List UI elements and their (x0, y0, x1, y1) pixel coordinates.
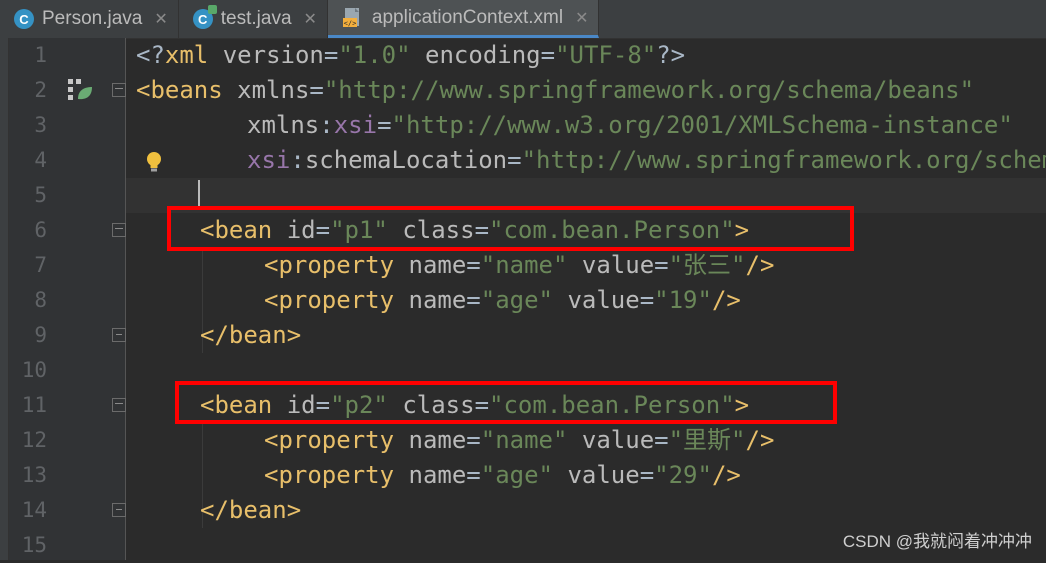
code-line-3: xmlns:xsi="http://www.w3.org/2001/XMLSch… (247, 111, 1013, 139)
tab-application-context-xml[interactable]: </> applicationContext.xml ✕ (327, 0, 600, 38)
gutter-line: 3 (9, 108, 125, 143)
gutter-line: 15 (9, 528, 125, 563)
line-number: 2 (34, 78, 47, 102)
code-line-9: </bean> (200, 321, 302, 349)
code-line-1: <?xml version="1.0" encoding="UTF-8"?> (136, 41, 686, 69)
gutter-line: 1 (9, 38, 125, 73)
line-number: 7 (34, 253, 47, 277)
java-runnable-class-icon: C (192, 5, 217, 29)
line-number: 5 (34, 183, 47, 207)
java-class-icon: C (14, 9, 34, 29)
gutter-line: 5 (9, 178, 125, 213)
line-number: 11 (21, 393, 47, 417)
line-number: 14 (21, 498, 47, 522)
tab-label: test.java (220, 8, 292, 29)
code-line-4: xsi:schemaLocation="http://www.springfra… (247, 146, 1046, 174)
tab-label: Person.java (42, 8, 143, 29)
gutter-line: 6 (9, 213, 126, 248)
highlight-box-bean-p1 (167, 206, 854, 251)
gutter-line: 13 (9, 458, 125, 493)
gutter-line: 9 (9, 318, 126, 353)
gutter-line: 7 (9, 248, 125, 283)
gutter-line: 4 (9, 143, 125, 178)
fold-toggle-icon[interactable] (112, 398, 126, 412)
highlight-box-bean-p2 (175, 381, 837, 424)
spring-bean-icon[interactable] (66, 75, 94, 103)
close-icon[interactable]: ✕ (575, 8, 588, 28)
editor-tab-bar: C Person.java ✕ C test.java ✕ </> applic… (0, 0, 1046, 39)
tab-test-java[interactable]: C test.java ✕ (179, 0, 328, 38)
line-number: 6 (34, 218, 47, 242)
line-number: 12 (21, 428, 47, 452)
code-line-14: </bean> (200, 496, 302, 524)
fold-end-icon[interactable] (112, 503, 126, 517)
code-line-8: <property name="age" value="19"/> (264, 286, 741, 314)
line-number: 8 (34, 288, 47, 312)
line-number: 1 (34, 43, 47, 67)
line-number: 13 (21, 463, 47, 487)
gutter-line: 10 (9, 353, 125, 388)
code-line-12: <property name="name" value="里斯"/> (264, 426, 775, 454)
tab-person-java[interactable]: C Person.java ✕ (0, 0, 179, 38)
watermark-text: CSDN @我就闷着冲冲冲 (842, 532, 1032, 551)
project-panel-edge[interactable] (0, 38, 9, 560)
tab-label: applicationContext.xml (371, 6, 564, 28)
code-line-13: <property name="age" value="29"/> (264, 461, 741, 489)
gutter-line: 8 (9, 283, 125, 318)
code-line-2: <beans xmlns="http://www.springframework… (136, 76, 975, 104)
fold-toggle-icon[interactable] (112, 223, 126, 237)
code-line-7: <property name="name" value="张三"/> (264, 251, 775, 279)
line-number: 10 (21, 358, 47, 382)
fold-end-icon[interactable] (112, 328, 126, 342)
xml-file-icon: </> (342, 7, 359, 27)
line-number: 3 (34, 113, 47, 137)
gutter-line: 12 (9, 423, 125, 458)
code-editor[interactable]: <?xml version="1.0" encoding="UTF-8"?> <… (126, 38, 1046, 560)
svg-text:</>: </> (344, 19, 357, 27)
close-icon[interactable]: ✕ (154, 9, 167, 29)
gutter-line: 11 (9, 388, 126, 423)
close-icon[interactable]: ✕ (304, 9, 317, 29)
line-number: 9 (34, 323, 47, 347)
line-number: 15 (21, 533, 47, 557)
fold-toggle-icon[interactable] (112, 83, 126, 97)
gutter-line: 14 (9, 493, 126, 528)
line-number: 4 (34, 148, 47, 172)
editor-gutter: 1 2 3 4 5 6 7 8 9 10 11 12 13 14 15 (9, 38, 126, 560)
